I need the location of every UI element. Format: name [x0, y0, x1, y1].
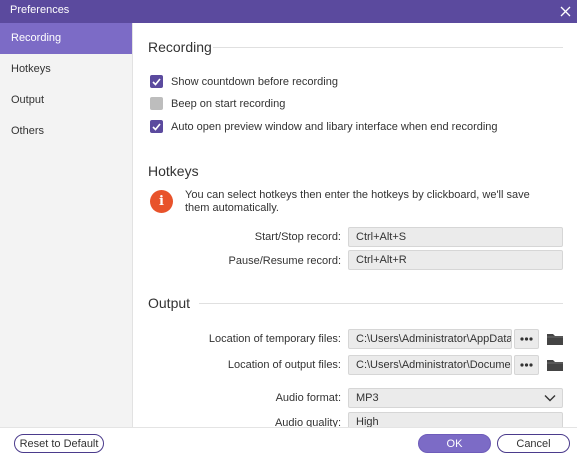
- pause-resume-label: Pause/Resume record:: [228, 255, 342, 267]
- recording-section-title: Recording: [148, 39, 212, 55]
- browse-temp-button[interactable]: [514, 329, 539, 349]
- hotkeys-info-text: You can select hotkeys then enter the ho…: [185, 189, 530, 214]
- title-bar: Preferences: [0, 0, 577, 23]
- option-beep-on-start[interactable]: Beep on start recording: [150, 97, 285, 110]
- option-label: Show countdown before recording: [171, 75, 338, 88]
- output-files-label: Location of output files:: [227, 359, 341, 371]
- divider: [199, 303, 563, 304]
- close-icon: [560, 6, 570, 17]
- start-stop-hotkey-field[interactable]: Ctrl+Alt+S: [348, 227, 563, 247]
- audio-quality-select[interactable]: High: [348, 412, 563, 427]
- folder-icon[interactable]: [546, 357, 564, 373]
- temp-files-label: Location of temporary files:: [208, 333, 341, 345]
- audio-quality-value: High: [356, 416, 379, 427]
- sidebar-item-others[interactable]: Others: [0, 116, 132, 147]
- browse-output-button[interactable]: [514, 355, 539, 375]
- divider: [213, 47, 563, 48]
- dialog-footer: Reset to Default OK Cancel: [0, 427, 577, 465]
- checkbox-checked[interactable]: [150, 120, 163, 133]
- sidebar-item-hotkeys[interactable]: Hotkeys: [0, 54, 132, 85]
- more-dots-icon: [520, 363, 533, 367]
- more-dots-icon: [520, 337, 533, 341]
- audio-format-value: MP3: [356, 392, 379, 404]
- window-title: Preferences: [10, 4, 70, 16]
- hotkeys-section-title: Hotkeys: [148, 163, 199, 179]
- audio-format-label: Audio format:: [275, 392, 341, 404]
- reset-to-default-button[interactable]: Reset to Default: [14, 434, 104, 453]
- cancel-button[interactable]: Cancel: [497, 434, 570, 453]
- settings-panel: Recording Show countdown before recordin…: [133, 23, 577, 427]
- temp-files-path-field[interactable]: C:\Users\Administrator\AppData\Lo: [348, 329, 512, 349]
- audio-quality-label: Audio quality:: [274, 417, 341, 427]
- sidebar: Recording Hotkeys Output Others: [0, 23, 133, 427]
- close-button[interactable]: [553, 0, 577, 23]
- output-section-title: Output: [148, 295, 191, 311]
- start-stop-label: Start/Stop record:: [254, 231, 341, 243]
- sidebar-item-recording[interactable]: Recording: [0, 23, 132, 54]
- option-show-countdown[interactable]: Show countdown before recording: [150, 75, 338, 88]
- output-files-path-field[interactable]: C:\Users\Administrator\Documents: [348, 355, 512, 375]
- option-auto-open-preview[interactable]: Auto open preview window and libary inte…: [150, 120, 498, 133]
- checkbox-unchecked[interactable]: [150, 97, 163, 110]
- pause-resume-hotkey-field[interactable]: Ctrl+Alt+R: [348, 250, 563, 270]
- chevron-down-icon: [544, 395, 556, 402]
- option-label: Auto open preview window and libary inte…: [171, 120, 498, 133]
- folder-icon[interactable]: [546, 331, 564, 347]
- info-icon: i: [150, 190, 173, 213]
- checkbox-checked[interactable]: [150, 75, 163, 88]
- sidebar-item-output[interactable]: Output: [0, 85, 132, 116]
- check-icon: [152, 77, 161, 86]
- option-label: Beep on start recording: [171, 97, 286, 110]
- audio-format-select[interactable]: MP3: [348, 388, 563, 408]
- check-icon: [152, 122, 161, 131]
- ok-button[interactable]: OK: [418, 434, 491, 453]
